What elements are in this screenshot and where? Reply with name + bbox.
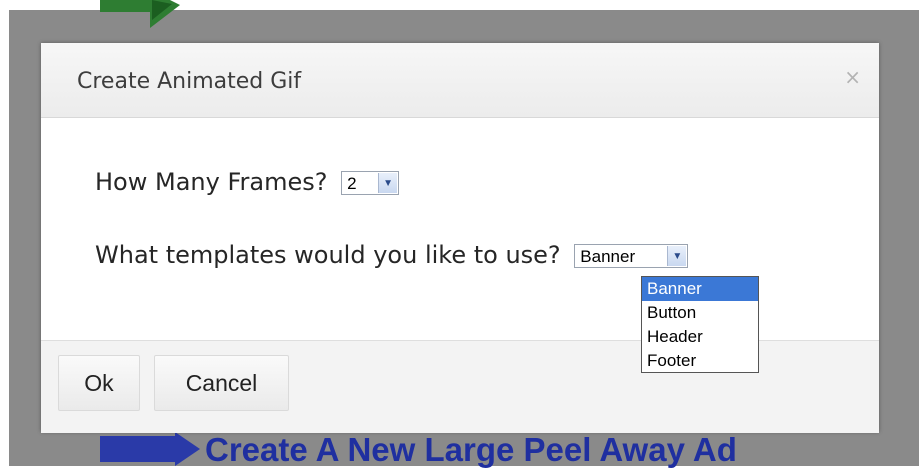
template-option-header[interactable]: Header <box>642 325 758 349</box>
cancel-button[interactable]: Cancel <box>154 355 289 411</box>
blue-arrow-icon <box>100 432 200 466</box>
template-option-banner[interactable]: Banner <box>642 277 758 301</box>
ok-button[interactable]: Ok <box>58 355 140 411</box>
chevron-down-icon[interactable]: ▼ <box>667 246 687 266</box>
frames-select-value: 2 <box>347 174 357 193</box>
template-option-footer[interactable]: Footer <box>642 349 758 373</box>
template-option-button[interactable]: Button <box>642 301 758 325</box>
close-icon[interactable]: × <box>844 65 861 89</box>
templates-row: What templates would you like to use? Ba… <box>95 241 689 269</box>
templates-select[interactable]: Banner ▼ <box>574 244 689 268</box>
banner-text: Create A New Large Peel Away Ad <box>205 431 737 468</box>
create-animated-gif-dialog: Create Animated Gif × How Many Frames? 2… <box>41 43 879 433</box>
frames-select[interactable]: 2 ▼ <box>341 171 400 195</box>
dialog-header: Create Animated Gif × <box>41 43 879 118</box>
frames-label: How Many Frames? <box>95 168 328 196</box>
dialog-title: Create Animated Gif <box>77 69 302 94</box>
templates-dropdown-list: Banner Button Header Footer <box>641 276 759 373</box>
green-arrow-icon <box>100 0 180 28</box>
background-banner: Create A New Large Peel Away Ad <box>100 430 840 468</box>
frames-row: How Many Frames? 2 ▼ <box>95 168 400 196</box>
chevron-down-icon[interactable]: ▼ <box>378 173 398 193</box>
templates-label: What templates would you like to use? <box>95 241 561 269</box>
templates-select-value: Banner <box>580 247 636 266</box>
